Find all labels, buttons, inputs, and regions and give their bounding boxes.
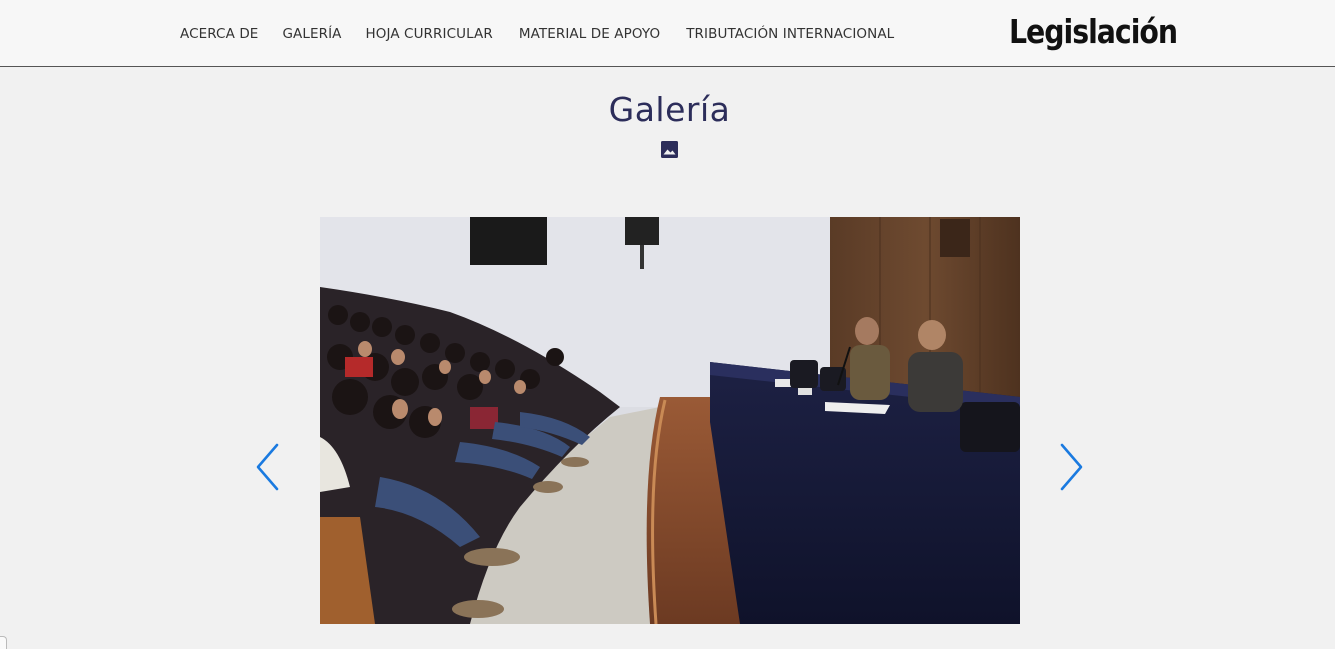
chevron-left-icon[interactable]	[253, 441, 283, 493]
nav-item-tributacion-internacional[interactable]: TRIBUTACIÓN INTERNACIONAL	[686, 26, 894, 42]
site-brand[interactable]: Legislación	[1009, 12, 1178, 51]
nav-menu: ACERCA DE GALERÍA HOJA CURRICULAR MATERI…	[180, 0, 894, 67]
nav-item-material-de-apoyo[interactable]: MATERIAL DE APOYO	[519, 26, 660, 42]
nav-item-hoja-curricular[interactable]: HOJA CURRICULAR	[366, 26, 493, 42]
gallery-slide-image	[320, 217, 1020, 624]
image-icon	[661, 141, 678, 158]
chevron-right-icon[interactable]	[1056, 441, 1086, 493]
top-navbar: ACERCA DE GALERÍA HOJA CURRICULAR MATERI…	[0, 0, 1335, 67]
nav-item-acerca-de[interactable]: ACERCA DE	[180, 26, 258, 42]
scroll-edge-marker	[0, 636, 7, 649]
seminar-photo	[320, 217, 1020, 624]
nav-item-galeria[interactable]: GALERÍA	[282, 26, 341, 42]
gallery-title: Galería	[608, 90, 731, 129]
